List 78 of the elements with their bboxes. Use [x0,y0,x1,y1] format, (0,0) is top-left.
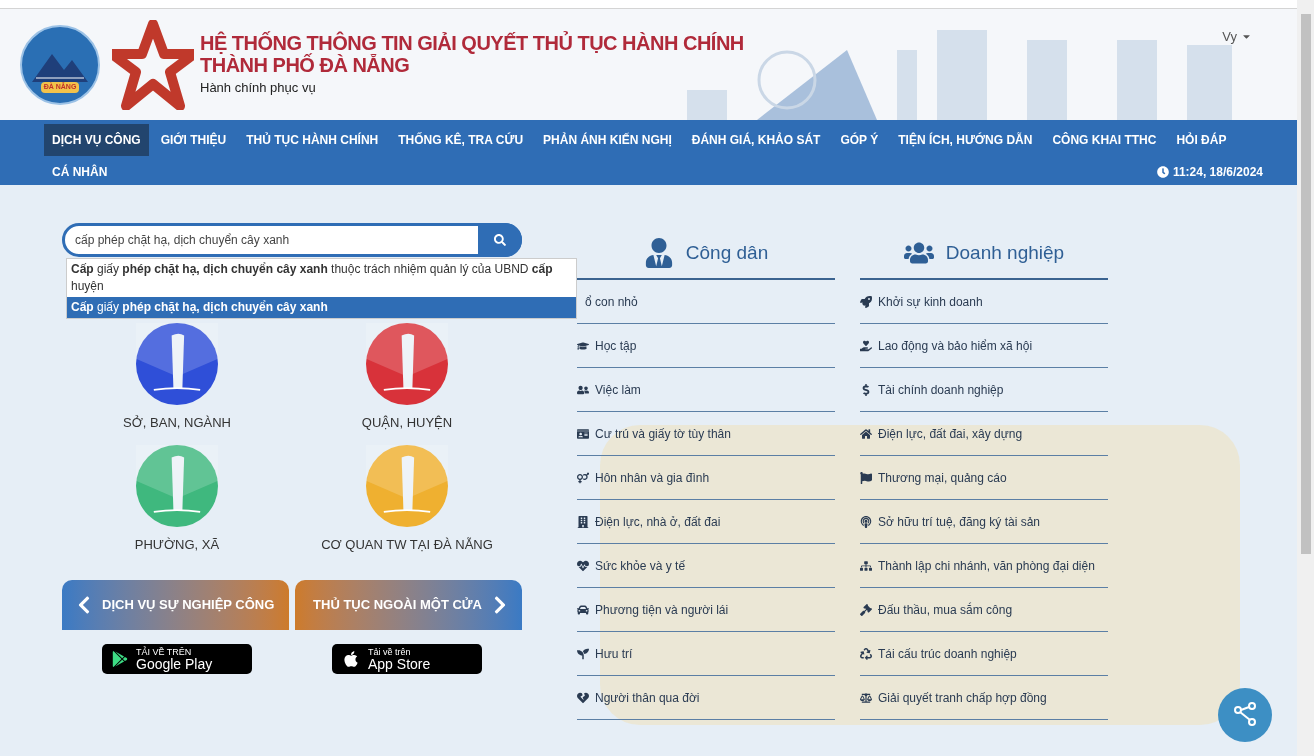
nav-tab[interactable]: PHẢN ÁNH KIẾN NGHỊ [535,124,680,156]
clock-display: 11:24, 18/6/2024 [1156,163,1263,181]
building-icon [577,515,589,528]
unit-emblem-icon[interactable] [136,323,218,405]
unit-link[interactable]: CƠ QUAN TW TẠI ĐÀ NẴNG [321,534,493,554]
nav-tab[interactable]: TIỆN ÍCH, HƯỚNG DẪN [890,124,1041,156]
house-icon [860,427,872,440]
nav-tab[interactable]: CÔNG KHAI TTHC [1044,124,1165,156]
app-store-badge[interactable]: Tải về trên App Store [332,644,482,674]
category-link[interactable]: Thành lập chi nhánh, văn phòng đại diện [878,556,1095,575]
category-link[interactable]: Người thân qua đời [595,688,700,707]
site-subtitle: Hành chính phục vụ [200,78,317,97]
category-link[interactable]: Cư trú và giấy tờ tùy thân [595,424,731,443]
unit-link[interactable]: SỞ, BAN, NGÀNH [123,413,231,433]
heartbeat-icon [577,559,589,572]
category-link[interactable]: Sức khỏe và y tế [595,556,686,575]
category-link[interactable]: Lao động và bảo hiểm xã hội [878,336,1033,355]
site-title: HỆ THỐNG THÔNG TIN GIẢI QUYẾT THỦ TỤC HÀNH CHÍNH [200,31,744,54]
app-store-badge[interactable]: TẢI VỀ TRÊN Google Play [102,644,252,674]
search-suggestion[interactable]: Cấp giấy phép chặt hạ, dịch chuyển cây xanh [67,297,576,318]
sitemap-icon [860,559,872,572]
nav-tab[interactable]: GÓP Ý [832,124,887,156]
category-link[interactable]: Việc làm [595,380,641,399]
unit-link[interactable]: PHƯỜNG, XÃ [134,534,220,554]
search-input[interactable]: cấp phép chặt hạ, dịch chuyển cây xanh [75,231,478,249]
category-link[interactable]: Điện lực, nhà ở, đất đai [595,512,721,531]
graduation-cap-icon [577,339,589,352]
unit-emblem-icon[interactable] [366,323,448,405]
broken-heart-icon [577,691,589,704]
category-link[interactable]: ổ con nhỏ [577,292,638,311]
seedling-icon [577,647,589,660]
category-link[interactable]: Điện lực, đất đai, xây dựng [878,424,1023,443]
ai-assistant-button[interactable] [1218,688,1272,742]
broadcast-icon [860,515,872,528]
nav-tab[interactable]: HỎI ĐÁP [1168,124,1235,156]
rocket-icon [860,295,872,308]
category-link[interactable]: Học tập [595,336,637,355]
people-icon [577,383,589,396]
category-link[interactable]: Sở hữu trí tuệ, đăng ký tài sản [878,512,1040,531]
clock-icon [1156,166,1169,178]
dollar-icon [860,383,872,396]
id-card-icon [577,427,589,440]
nav-tab[interactable]: THỐNG KÊ, TRA CỨU [390,124,532,156]
search-button[interactable] [478,223,522,257]
nav-tab[interactable]: ĐÁNH GIÁ, KHẢO SÁT [683,124,829,156]
category-link[interactable]: Phương tiện và người lái [595,600,729,619]
section-title: Doanh nghiệp [945,240,1065,265]
search-icon [494,234,506,246]
recycle-icon [860,647,872,660]
gender-icon [577,471,589,484]
category-link[interactable]: Thương mại, quảng cáo [878,468,1007,487]
category-banner[interactable]: THỦ TỤC NGOÀI MỘT CỬA [295,580,522,630]
nav-tab[interactable]: DỊCH VỤ CÔNG [44,124,149,156]
hand-holding-icon [860,339,872,352]
site-title: THÀNH PHỐ ĐÀ NẴNG [200,53,411,76]
category-link[interactable]: Tài chính doanh nghiệp [878,380,1004,399]
category-link[interactable]: Tái cấu trúc doanh nghiệp [878,644,1017,663]
person-icon [643,238,674,268]
category-link[interactable]: Hôn nhân và gia đình [595,468,710,487]
user-menu[interactable]: Vy [1222,27,1252,47]
category-banner[interactable]: DỊCH VỤ SỰ NGHIỆP CÔNG [62,580,289,630]
section-title: Công dân [685,240,769,265]
play-icon [112,651,128,667]
category-link[interactable]: Giải quyết tranh chấp hợp đồng [878,688,1047,707]
gavel-icon [860,603,872,616]
scrollbar[interactable] [1297,0,1314,756]
apple-icon [342,650,360,668]
category-link[interactable]: Hưu trí [595,644,633,663]
unit-link[interactable]: QUẬN, HUYỆN [361,413,453,433]
car-icon [577,603,589,616]
flag-icon [860,471,872,484]
search-field[interactable]: cấp phép chặt hạ, dịch chuyển cây xanh [62,223,522,257]
nav-tab[interactable]: CÁ NHÂN [44,156,116,188]
category-link[interactable]: Khởi sự kinh doanh [878,292,983,311]
category-link[interactable]: Đấu thầu, mua sắm công [878,600,1013,619]
nav-tab[interactable]: THỦ TỤC HÀNH CHÍNH [238,124,387,156]
scales-icon [860,691,872,704]
nav-tab[interactable]: GIỚI THIỆU [152,124,235,156]
